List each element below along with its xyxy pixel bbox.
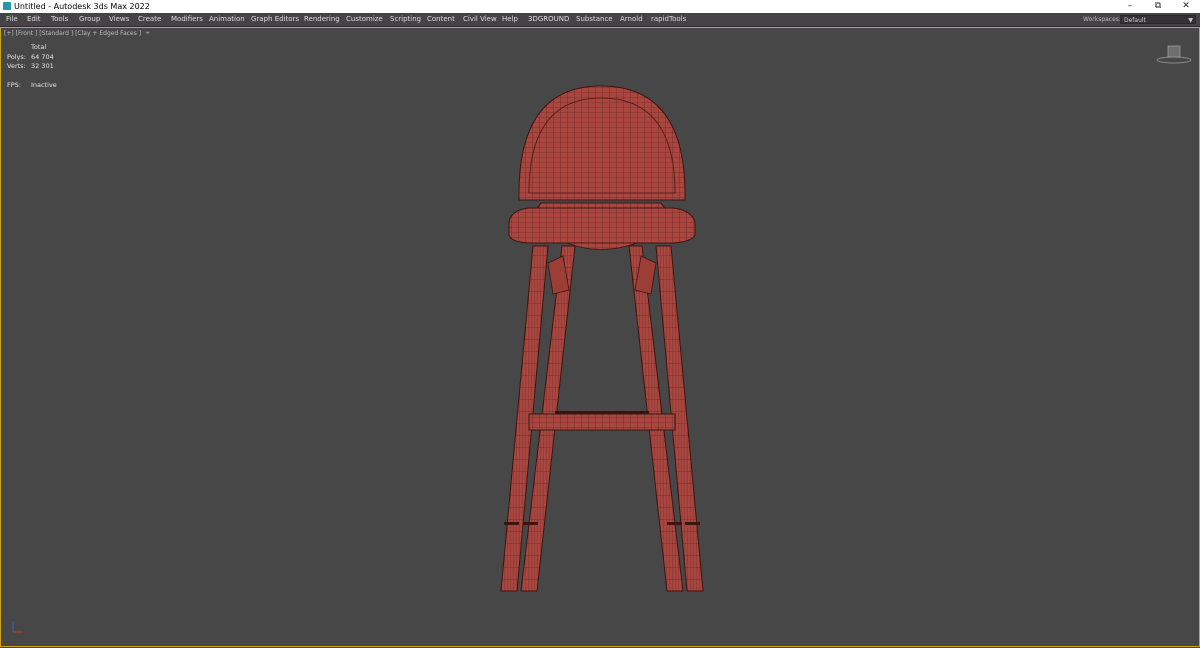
menu-views[interactable]: Views	[109, 13, 129, 26]
restore-button[interactable]: ⧉	[1144, 0, 1172, 13]
menu-substance[interactable]: Substance	[576, 13, 613, 26]
menu-tools[interactable]: Tools	[51, 13, 68, 26]
menu-modifiers[interactable]: Modifiers	[171, 13, 203, 26]
menu-animation[interactable]: Animation	[209, 13, 245, 26]
menu-3dground[interactable]: 3DGROUND	[528, 13, 569, 26]
menu-edit[interactable]: Edit	[27, 13, 41, 26]
front-viewport[interactable]: [+] [Front ] [Standard ] [Clay + Edged F…	[0, 27, 1200, 647]
menu-help[interactable]: Help	[502, 13, 518, 26]
menu-bar: File Edit Tools Group Views Create Modif…	[0, 13, 1200, 27]
workspaces-value: Default	[1124, 17, 1146, 24]
close-button[interactable]: ✕	[1172, 0, 1200, 13]
menu-create[interactable]: Create	[138, 13, 161, 26]
menu-arnold[interactable]: Arnold	[620, 13, 643, 26]
menu-file[interactable]: File	[6, 13, 18, 26]
workspaces-dropdown[interactable]: Default ▼	[1120, 15, 1196, 24]
app-icon	[3, 2, 11, 10]
window-title: Untitled - Autodesk 3ds Max 2022	[14, 2, 150, 11]
menu-group[interactable]: Group	[79, 13, 100, 26]
axis-tripod-icon	[12, 621, 23, 633]
menu-rapidtools[interactable]: rapidTools	[651, 13, 686, 26]
menu-rendering[interactable]: Rendering	[304, 13, 340, 26]
menu-graph-editors[interactable]: Graph Editors	[251, 13, 299, 26]
chevron-down-icon: ▼	[1188, 17, 1193, 24]
workspaces-label: Workspaces:	[1083, 16, 1121, 23]
title-bar: Untitled - Autodesk 3ds Max 2022 – ⧉ ✕	[0, 0, 1200, 13]
menu-scripting[interactable]: Scripting	[390, 13, 421, 26]
menu-customize[interactable]: Customize	[346, 13, 383, 26]
bar-stool-model[interactable]	[1, 28, 1200, 648]
minimize-button[interactable]: –	[1116, 0, 1144, 13]
menu-civil-view[interactable]: Civil View	[463, 13, 497, 26]
menu-content[interactable]: Content	[427, 13, 455, 26]
